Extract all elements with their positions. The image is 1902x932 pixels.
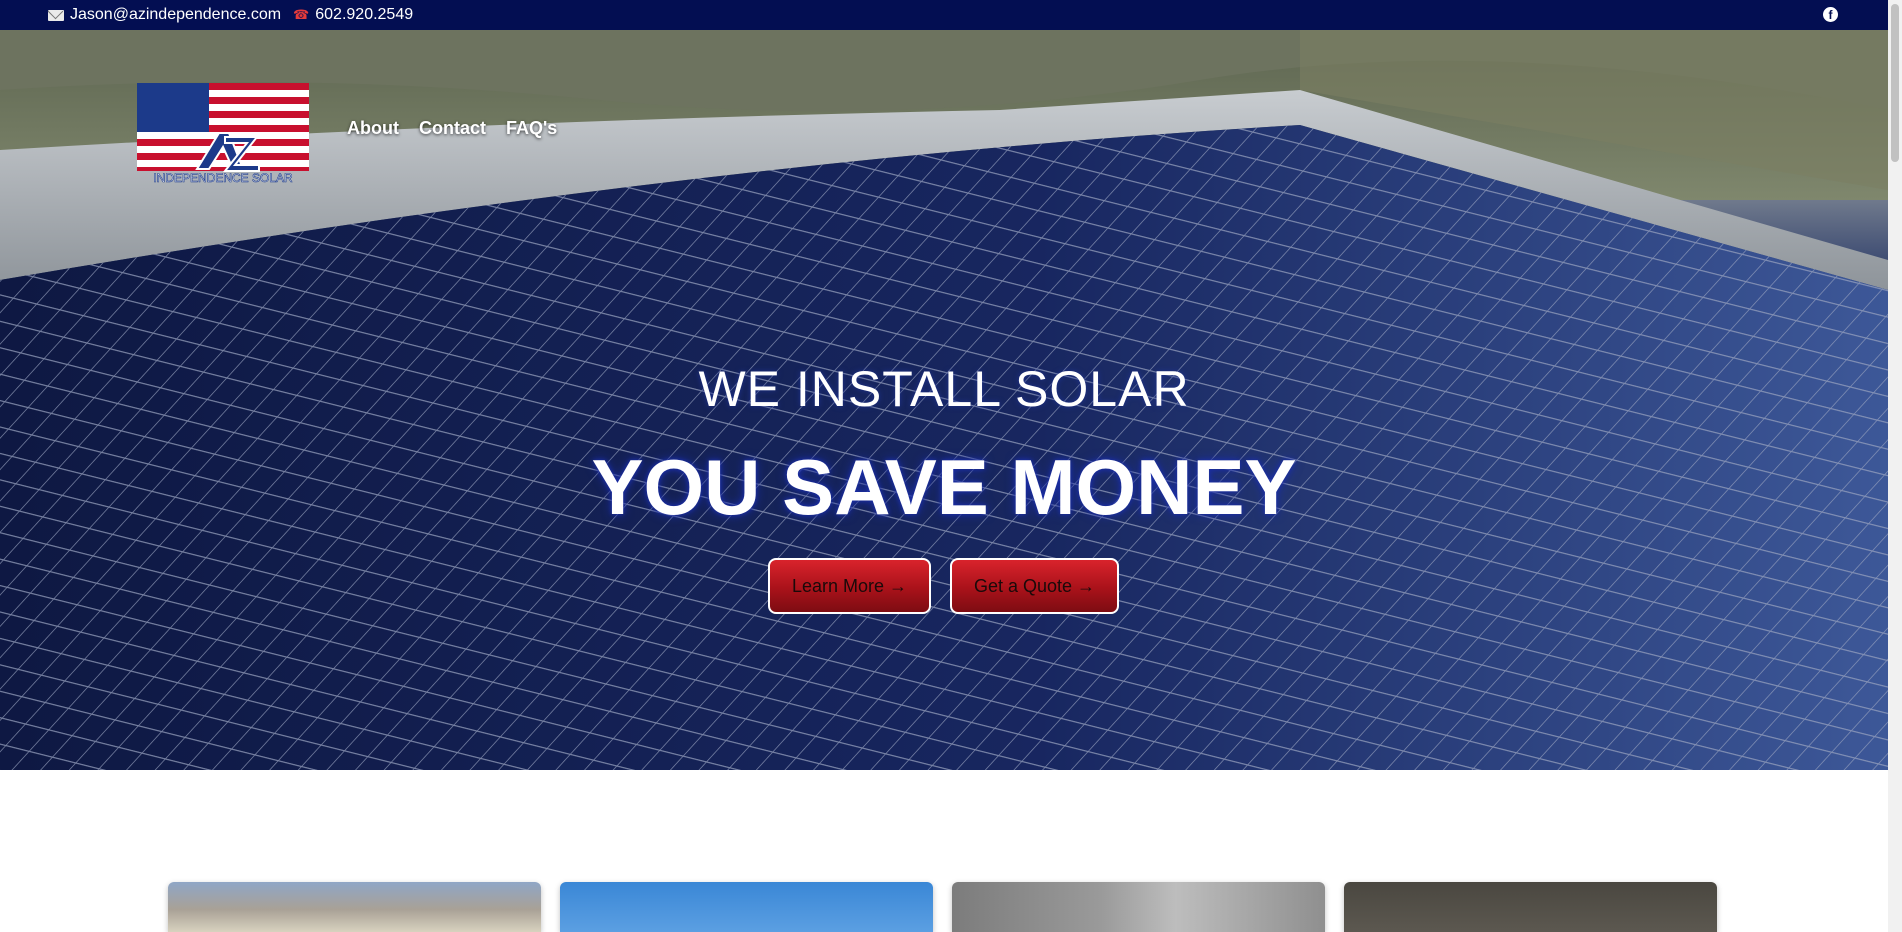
hero-section: INDEPENDENCE SOLAR About Contact FAQ's W… bbox=[0, 30, 1888, 770]
page-scrollbar[interactable] bbox=[1888, 0, 1902, 932]
logo-wordmark: INDEPENDENCE SOLAR bbox=[153, 171, 293, 183]
phone-icon: ☎ bbox=[293, 7, 310, 22]
facebook-icon[interactable]: f bbox=[1823, 7, 1838, 22]
top-contact-bar: Jason@azindependence.com ☎ 602.920.2549 … bbox=[0, 0, 1888, 30]
nav-item-about[interactable]: About bbox=[347, 118, 399, 139]
mail-icon bbox=[48, 9, 64, 21]
project-card-image[interactable] bbox=[168, 882, 541, 932]
contact-info: Jason@azindependence.com ☎ 602.920.2549 bbox=[48, 0, 413, 30]
project-card-image[interactable] bbox=[1344, 882, 1717, 932]
learn-more-button[interactable]: Learn More → bbox=[768, 558, 931, 614]
hero-headline: YOU SAVE MONEY bbox=[591, 443, 1297, 531]
company-logo[interactable]: INDEPENDENCE SOLAR bbox=[137, 83, 309, 183]
scrollbar-thumb[interactable] bbox=[1891, 4, 1899, 162]
hero-subheadline: WE INSTALL SOLAR bbox=[698, 361, 1190, 417]
main-nav: About Contact FAQ's bbox=[347, 118, 557, 139]
nav-item-faqs[interactable]: FAQ's bbox=[506, 118, 557, 139]
phone-link[interactable]: 602.920.2549 bbox=[315, 6, 413, 24]
nav-item-contact[interactable]: Contact bbox=[419, 118, 486, 139]
project-card-image[interactable] bbox=[952, 882, 1325, 932]
project-card-image[interactable] bbox=[560, 882, 933, 932]
project-cards bbox=[0, 882, 1888, 932]
email-link[interactable]: Jason@azindependence.com bbox=[70, 6, 281, 24]
get-quote-button[interactable]: Get a Quote → bbox=[950, 558, 1119, 614]
